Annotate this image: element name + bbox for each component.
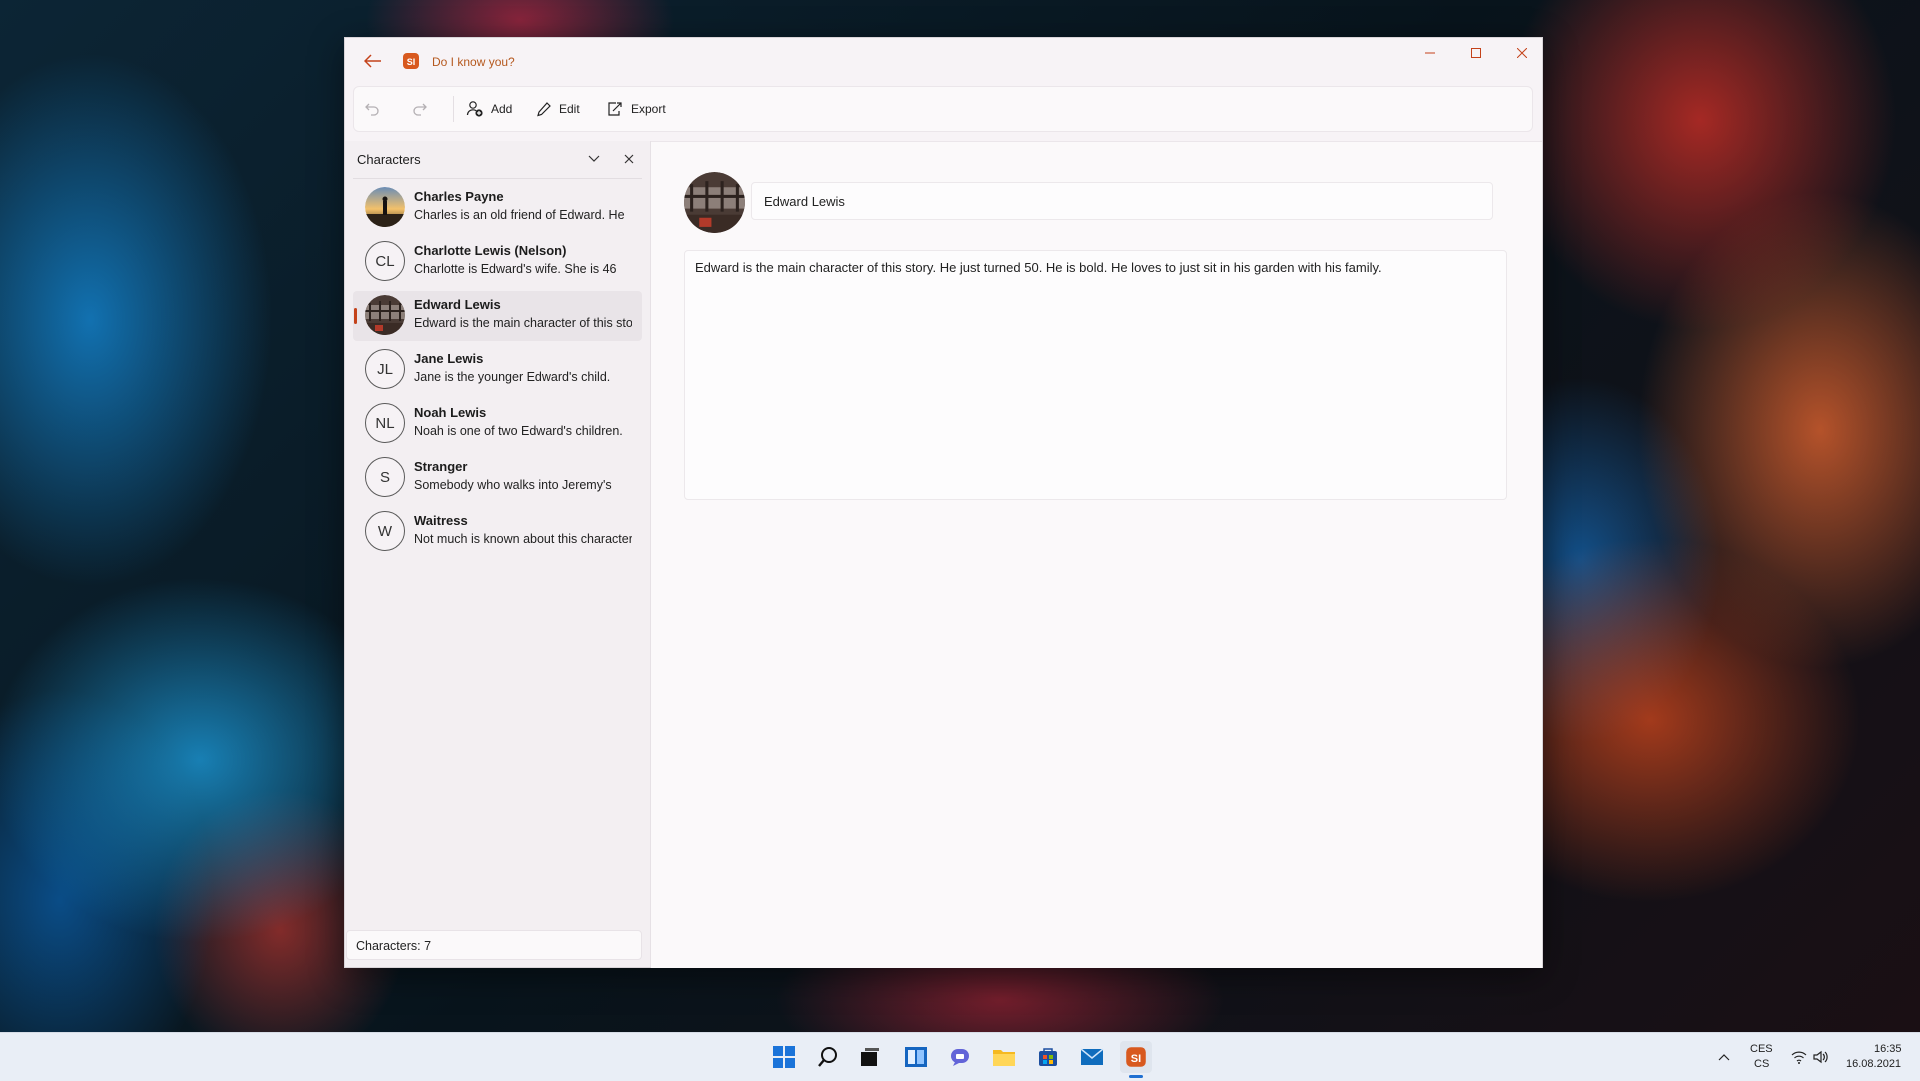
- search-icon[interactable]: [812, 1041, 844, 1073]
- language-indicator[interactable]: CES: [1750, 1043, 1773, 1055]
- task-view-icon[interactable]: [854, 1041, 886, 1073]
- avatar: NL: [365, 403, 405, 443]
- undo-icon: [364, 101, 380, 117]
- mail-icon[interactable]: [1076, 1041, 1108, 1073]
- avatar: W: [365, 511, 405, 551]
- widgets-icon[interactable]: [900, 1041, 932, 1073]
- add-person-icon: [466, 100, 484, 118]
- export-label: Export: [631, 102, 666, 116]
- add-button[interactable]: Add: [466, 95, 512, 123]
- redo-button[interactable]: [412, 95, 428, 123]
- teams-chat-icon[interactable]: [944, 1041, 976, 1073]
- avatar: [365, 295, 405, 335]
- arrow-left-icon: [364, 54, 381, 68]
- item-name: Charlotte Lewis (Nelson): [414, 243, 567, 258]
- selection-indicator: [354, 308, 357, 324]
- status-bar: Characters: 7: [346, 930, 642, 960]
- active-app-indicator: [1129, 1075, 1143, 1078]
- item-name: Noah Lewis: [414, 405, 487, 420]
- app-window: SI Do I know you? Add Edit Export Charac…: [344, 37, 1543, 968]
- avatar: S: [365, 457, 405, 497]
- pane-title: Characters: [357, 152, 421, 167]
- avatar: CL: [365, 241, 405, 281]
- export-button[interactable]: Export: [606, 95, 666, 123]
- item-name: Jane Lewis: [414, 351, 484, 366]
- avatar: JL: [365, 349, 405, 389]
- file-explorer-icon[interactable]: [988, 1041, 1020, 1073]
- toolbar-separator: [453, 96, 454, 122]
- maximize-icon: [1471, 48, 1481, 58]
- redo-icon: [412, 101, 428, 117]
- window-title: Do I know you?: [432, 55, 515, 69]
- list-item[interactable]: JL Jane Lewis Jane is the younger Edward…: [353, 345, 642, 395]
- item-name: Waitress: [414, 513, 468, 528]
- item-description: Somebody who walks into Jeremy's: [414, 478, 612, 492]
- item-description: Charles is an old friend of Edward. He: [414, 208, 625, 222]
- keyboard-layout[interactable]: CS: [1754, 1058, 1769, 1070]
- clock-date[interactable]: 16.08.2021: [1846, 1058, 1901, 1070]
- chevron-down-icon: [588, 155, 600, 162]
- characters-pane: Characters Charles Payne Charles is an o…: [345, 141, 651, 967]
- edit-label: Edit: [559, 102, 580, 116]
- add-label: Add: [491, 102, 513, 116]
- title-bar: SI Do I know you?: [345, 38, 1542, 86]
- detail-pane: Edward is the main character of this sto…: [651, 141, 1542, 968]
- item-name: Charles Payne: [414, 189, 504, 204]
- item-description: Not much is known about this character.: [414, 532, 632, 546]
- list-item[interactable]: Charles Payne Charles is an old friend o…: [353, 183, 642, 233]
- list-item[interactable]: S Stranger Somebody who walks into Jerem…: [353, 453, 642, 503]
- windows-start-icon[interactable]: [768, 1041, 800, 1073]
- character-description-field[interactable]: Edward is the main character of this sto…: [684, 250, 1507, 500]
- close-button[interactable]: [1499, 38, 1545, 68]
- export-icon: [606, 101, 624, 117]
- show-hidden-icons-icon[interactable]: [1712, 1041, 1736, 1073]
- item-description: Jane is the younger Edward's child.: [414, 370, 611, 384]
- store-icon[interactable]: [1032, 1041, 1064, 1073]
- svg-text:SI: SI: [1131, 1053, 1141, 1065]
- close-pane-button[interactable]: [616, 147, 642, 171]
- wifi-icon[interactable]: [1788, 1041, 1810, 1073]
- maximize-button[interactable]: [1453, 38, 1499, 68]
- character-count: Characters: 7: [356, 939, 432, 953]
- list-item[interactable]: CL Charlotte Lewis (Nelson) Charlotte is…: [353, 237, 642, 287]
- close-icon: [624, 154, 634, 164]
- volume-icon[interactable]: [1810, 1041, 1832, 1073]
- clock-time[interactable]: 16:35: [1874, 1043, 1902, 1055]
- list-item[interactable]: NL Noah Lewis Noah is one of two Edward'…: [353, 399, 642, 449]
- minimize-icon: [1425, 52, 1435, 54]
- pencil-icon: [536, 101, 552, 117]
- character-name-field[interactable]: [751, 182, 1493, 220]
- item-description: Edward is the main character of this sto…: [414, 316, 632, 330]
- item-description: Charlotte is Edward's wife. She is 46: [414, 262, 617, 276]
- command-bar: Add Edit Export: [353, 86, 1533, 132]
- list-item[interactable]: W Waitress Not much is known about this …: [353, 507, 642, 557]
- pane-header: Characters: [345, 141, 650, 177]
- item-description: Noah is one of two Edward's children.: [414, 424, 623, 438]
- item-name: Stranger: [414, 459, 468, 474]
- pane-divider: [353, 178, 642, 179]
- list-item-selected[interactable]: Edward Lewis Edward is the main characte…: [353, 291, 642, 341]
- item-name: Edward Lewis: [414, 297, 501, 312]
- svg-text:SI: SI: [407, 57, 416, 67]
- avatar: [365, 187, 405, 227]
- character-photo[interactable]: [684, 172, 745, 233]
- back-button[interactable]: [359, 48, 387, 74]
- minimize-button[interactable]: [1407, 38, 1453, 68]
- app-logo-icon: SI: [402, 52, 420, 70]
- undo-button[interactable]: [364, 95, 380, 123]
- edit-button[interactable]: Edit: [536, 95, 580, 123]
- story-app-icon[interactable]: SI: [1120, 1041, 1152, 1073]
- close-icon: [1517, 48, 1527, 58]
- taskbar: SI CES CS 16:35 16.08.2021: [0, 1032, 1920, 1081]
- collapse-pane-button[interactable]: [581, 147, 607, 171]
